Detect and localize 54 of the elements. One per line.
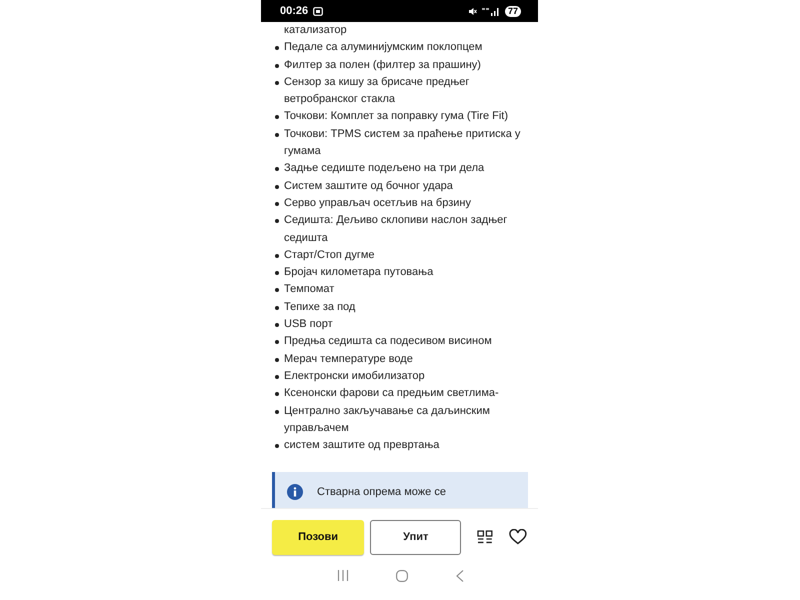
feature-item: Темпомат — [284, 282, 336, 298]
bullet-icon — [275, 392, 279, 396]
feature-item: Задње седиште подељено на три дела — [284, 161, 486, 176]
feature-item: Серво управљач осетљив на брзину — [284, 196, 472, 211]
recent-apps-icon[interactable] — [336, 570, 349, 581]
bullet-icon — [275, 340, 279, 344]
feature-item: Бројач километара путовања — [284, 265, 434, 280]
feature-item: Тепихе за под — [284, 300, 356, 315]
feature-item: катализатор — [284, 23, 348, 38]
bullet-icon — [275, 288, 279, 292]
feature-item: Сензор за кишу за брисаче предњег ветробранског стакла — [284, 74, 470, 108]
mute-icon — [468, 6, 477, 16]
heart-icon[interactable] — [509, 529, 527, 545]
signal-icon — [482, 6, 500, 16]
feature-item: Седишта: Дељиво склопиви наслон задњег седишта — [284, 213, 508, 246]
bullet-icon — [275, 132, 279, 137]
screen-record-icon — [313, 6, 324, 16]
bullet-icon — [275, 254, 279, 258]
call-button[interactable]: Позови — [272, 520, 364, 554]
bullet-icon — [275, 410, 279, 414]
back-icon[interactable] — [456, 570, 464, 582]
feature-item: Точкови: TPMS систем за праћење притиска у гумама — [284, 126, 522, 160]
feature-item: Точкови: Комплет за поправку гума (Tire Fit) — [284, 109, 510, 124]
info-icon — [287, 484, 303, 500]
bullet-icon — [275, 184, 279, 189]
home-icon[interactable] — [396, 570, 408, 582]
battery-indicator: 77 — [504, 6, 521, 16]
bullet-icon — [275, 64, 279, 68]
bullet-icon — [275, 80, 279, 85]
feature-item: USB порт — [284, 317, 334, 332]
bullet-icon — [275, 219, 279, 224]
feature-item: Ксенонски фарови са предњим светлима- — [284, 386, 500, 402]
compare-icon[interactable] — [477, 530, 494, 544]
bullet-icon — [275, 202, 279, 206]
bullet-icon — [275, 115, 279, 120]
feature-item: Филтер за полен (филтер за прашину) — [284, 58, 482, 73]
bullet-icon — [275, 46, 279, 50]
feature-item: Мерач температуре воде — [284, 352, 414, 367]
bullet-icon — [275, 374, 279, 379]
feature-item: Систем заштите од бочног удара — [284, 178, 454, 194]
notice-text: Стварна опрема може се — [317, 486, 446, 498]
bullet-icon — [275, 271, 279, 276]
feature-item: Електронски имобилизатор — [284, 368, 426, 384]
bullet-icon — [275, 444, 279, 448]
bullet-icon — [275, 167, 279, 172]
clock: 00:26 — [280, 5, 308, 17]
feature-item: Старт/Стоп дугме — [284, 248, 376, 263]
feature-item: Предња седишта са подесивом висином — [284, 334, 493, 350]
bullet-icon — [275, 358, 279, 362]
inquiry-button[interactable]: Упит — [370, 520, 462, 554]
feature-item: Педале са алуминијумским поклопцем — [284, 40, 484, 56]
bullet-icon — [275, 323, 279, 328]
feature-item: систем заштите од превртања — [284, 438, 440, 454]
bullet-icon — [275, 306, 279, 310]
